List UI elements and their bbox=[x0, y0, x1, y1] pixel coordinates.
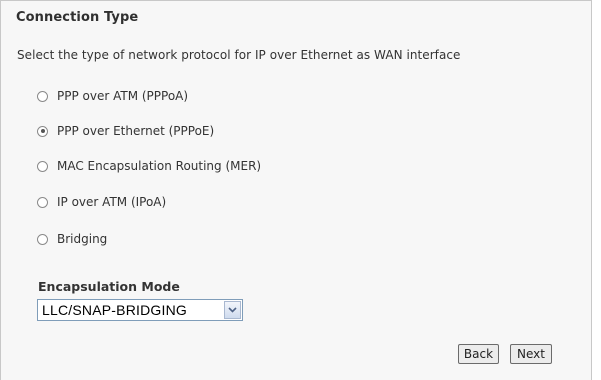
radio-ipoa[interactable]: IP over ATM (IPoA) bbox=[37, 194, 166, 210]
encapsulation-mode-value: LLC/SNAP-BRIDGING bbox=[42, 302, 187, 318]
radio-pppoe-label: PPP over Ethernet (PPPoE) bbox=[57, 124, 215, 138]
connection-type-panel: Connection Type Select the type of netwo… bbox=[0, 0, 592, 380]
encapsulation-mode-select[interactable]: LLC/SNAP-BRIDGING bbox=[37, 299, 243, 321]
radio-pppoe[interactable]: PPP over Ethernet (PPPoE) bbox=[37, 123, 214, 139]
radio-mer[interactable]: MAC Encapsulation Routing (MER) bbox=[37, 158, 261, 174]
radio-pppoe-button[interactable] bbox=[37, 125, 48, 137]
encapsulation-mode-label: Encapsulation Mode bbox=[38, 279, 180, 294]
radio-mer-label: MAC Encapsulation Routing (MER) bbox=[57, 159, 262, 173]
radio-pppoa-button[interactable] bbox=[37, 90, 48, 102]
radio-bridging[interactable]: Bridging bbox=[37, 231, 107, 247]
page-title: Connection Type bbox=[16, 10, 139, 25]
radio-pppoa-label: PPP over ATM (PPPoA) bbox=[57, 89, 189, 103]
radio-ipoa-button[interactable] bbox=[37, 196, 48, 208]
radio-bridging-label: Bridging bbox=[57, 232, 108, 246]
back-button[interactable]: Back bbox=[458, 344, 499, 364]
radio-ipoa-label: IP over ATM (IPoA) bbox=[57, 195, 167, 209]
next-button[interactable]: Next bbox=[510, 344, 552, 364]
radio-bridging-button[interactable] bbox=[37, 233, 48, 245]
radio-pppoa[interactable]: PPP over ATM (PPPoA) bbox=[37, 88, 188, 104]
radio-mer-button[interactable] bbox=[37, 160, 48, 172]
protocol-description: Select the type of network protocol for … bbox=[17, 48, 461, 62]
chevron-down-icon[interactable] bbox=[224, 301, 241, 319]
